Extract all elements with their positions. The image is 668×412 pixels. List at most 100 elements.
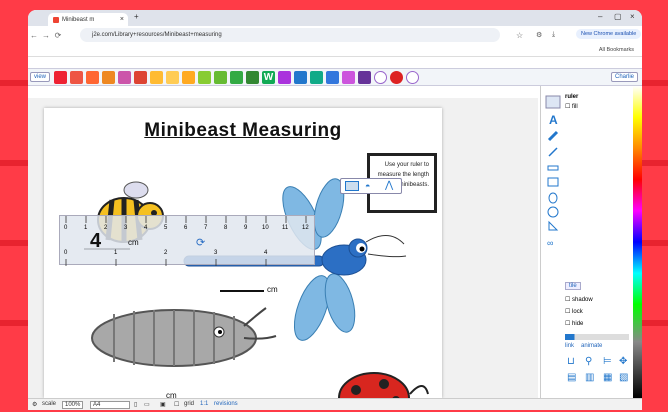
print-icon[interactable] [134,71,147,84]
scale-select[interactable]: 100% [62,401,84,409]
revisions-link[interactable]: revisions [214,401,238,407]
shape-icon[interactable] [118,71,131,84]
paper-size-select[interactable]: A4 [90,401,130,409]
measuring-ruler[interactable]: 0 1 2 3 4 5 6 7 8 9 10 11 12 0 1 2 3 4 ⟳… [59,215,315,266]
layer-up-icon[interactable]: ▦ [603,372,612,383]
tab-minibeast[interactable]: Minibeast m × [48,13,128,26]
page-icon[interactable]: ▯ [134,401,137,408]
bin-icon[interactable]: ⊔ [567,356,575,367]
new-chrome-button[interactable]: New Chrome available [576,29,642,39]
redo-icon[interactable] [166,71,179,84]
ruler-tool-icon[interactable] [310,71,323,84]
search-icon[interactable]: ⚲ [585,356,592,367]
ruler-subtoolbar: ◓ ⋀ [340,178,402,194]
layer-down-icon[interactable]: ▥ [585,372,594,383]
landscape-icon[interactable]: ▭ [144,401,150,408]
undo-icon[interactable] [150,71,163,84]
ruler-top-8: 8 [224,225,228,231]
ladybird-image[interactable] [338,372,429,398]
cm-label-2: cm [267,285,278,294]
timer-icon[interactable] [390,71,403,84]
minimize-icon[interactable]: – [598,12,602,21]
polygon-tool-icon[interactable] [548,220,559,231]
paste-icon[interactable] [214,71,227,84]
copy-icon[interactable] [198,71,211,84]
document-page[interactable]: Minibeast Measuring Use your ruler to me… [44,108,442,398]
chart-icon[interactable] [342,71,355,84]
effects-icon[interactable] [278,71,291,84]
animate-button[interactable]: animate [581,343,602,349]
photo-icon[interactable]: ▣ [160,401,166,408]
star-icon[interactable]: ☆ [516,31,523,40]
extensions-icon[interactable]: ⚙ [536,31,542,39]
cut-icon[interactable] [182,71,195,84]
answer-value[interactable]: 4 [90,230,101,253]
grid-label: grid [184,401,195,407]
shadow-label: shadow [572,297,593,303]
color-palette[interactable] [633,86,642,398]
drawing-tools: A ∞ [545,95,561,248]
layer-front-icon[interactable]: ▧ [619,372,628,383]
image-icon[interactable] [230,71,243,84]
ruler-top-11: 11 [282,225,289,231]
fill-label: fill [572,104,578,110]
text-w-icon[interactable]: W [262,71,275,84]
lock-label: lock [572,309,583,315]
opacity-slider[interactable] [565,334,629,340]
cm-label-1: cm [128,238,139,247]
ruler-top-5: 5 [164,225,168,231]
tile-button[interactable]: tile [565,282,581,290]
grid-checkbox[interactable]: ☐ [174,401,179,408]
layer-back-icon[interactable]: ▤ [567,372,576,383]
rect-tool-icon[interactable] [547,177,559,187]
rect-thin-icon[interactable] [547,165,559,171]
close-tab-icon[interactable]: × [120,16,124,23]
view-button[interactable]: view [30,72,51,82]
align-icon[interactable]: ⊨ [603,356,612,367]
hide-checkbox[interactable]: ☐ hide [565,320,583,327]
circle-icon[interactable] [374,71,387,84]
forward-icon[interactable]: → [40,31,52,40]
circle-tool-icon[interactable] [547,206,559,218]
pen-tool-icon[interactable] [547,130,559,142]
save-icon[interactable] [54,71,67,84]
curve-tool-icon[interactable]: ∞ [547,238,553,248]
new-page-icon[interactable] [86,71,99,84]
music-icon[interactable] [358,71,371,84]
animate-icon[interactable] [246,71,259,84]
new-tab-icon[interactable]: + [134,12,139,21]
ruler-top-3: 3 [124,225,128,231]
move-icon[interactable]: ✥ [619,356,627,367]
all-bookmarks[interactable]: All Bookmarks [599,47,634,53]
speech-icon[interactable] [406,71,419,84]
table-icon[interactable] [326,71,339,84]
rotate-ruler-icon[interactable]: ⟳ [196,236,205,249]
select-tool-icon[interactable] [545,95,561,109]
open-icon[interactable] [70,71,83,84]
paint-icon[interactable] [102,71,115,84]
lock-checkbox[interactable]: ☐ lock [565,308,583,315]
ruler-icon[interactable] [345,181,359,191]
ruler-top-9: 9 [244,225,248,231]
maximize-icon[interactable]: ▢ [614,12,622,21]
protractor-icon[interactable]: ◓ [365,181,370,191]
fill-checkbox[interactable]: ☐ fill [565,103,578,110]
reload-icon[interactable]: ⟳ [52,31,64,40]
user-button[interactable]: Charlie [610,72,638,82]
link-button[interactable]: link [565,343,574,349]
revisions-icon[interactable]: 1:1 [200,401,208,407]
settings-gear-icon[interactable]: ⚙ [32,401,37,408]
compass-icon[interactable]: ⋀ [385,180,393,191]
download-icon[interactable]: ⤓ [552,31,555,39]
close-window-icon[interactable]: × [630,12,635,21]
line-tool-icon[interactable] [548,147,558,157]
scale-label: scale [42,401,57,407]
back-icon[interactable]: ← [28,31,40,40]
media-icon[interactable] [294,71,307,84]
text-tool-icon[interactable]: A [549,113,558,127]
woodlouse-image[interactable] [91,307,277,367]
address-bar-row: ← → ⟳ j2e.com/Library+resources/Minibeas… [28,26,642,44]
url-field[interactable]: j2e.com/Library+resources/Minibeast+meas… [80,28,500,42]
shadow-checkbox[interactable]: ☐ shadow [565,296,593,303]
ellipse-tool-icon[interactable] [548,192,558,204]
